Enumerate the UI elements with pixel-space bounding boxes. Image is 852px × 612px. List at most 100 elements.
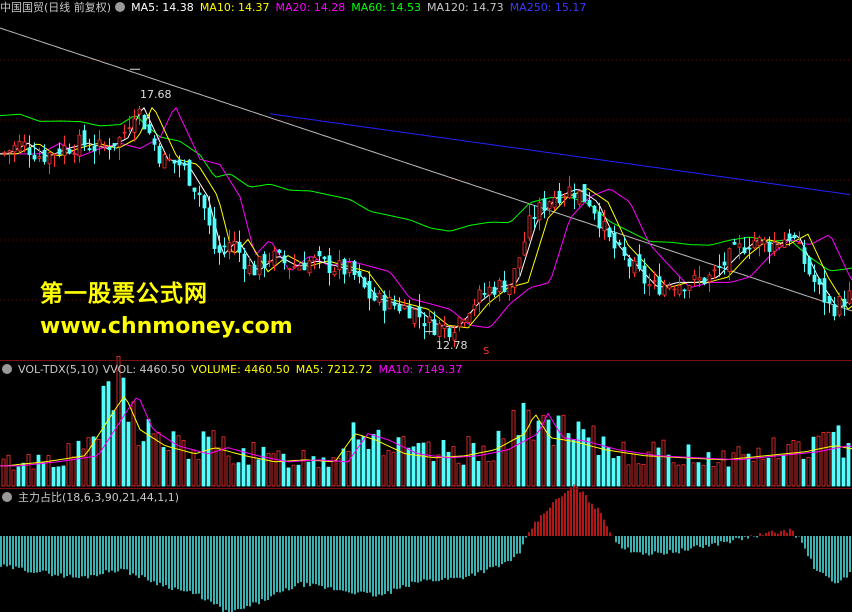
- volume-bar: [716, 462, 721, 487]
- candle-body: [717, 266, 722, 268]
- volume-bar: [1, 458, 6, 487]
- candle-body: [472, 304, 477, 310]
- volume-bar: [26, 454, 31, 487]
- volume-bar: [826, 431, 831, 487]
- volume-bar: [336, 457, 341, 487]
- candle-body: [252, 264, 257, 276]
- volume-bar: [711, 466, 716, 487]
- candle-body: [577, 190, 582, 205]
- volume-bar: [331, 457, 336, 487]
- candle-body: [292, 265, 297, 269]
- volume-bar: [581, 429, 586, 487]
- volume-bar: [51, 467, 56, 487]
- candle-body: [172, 159, 177, 164]
- candle-body: [752, 240, 757, 249]
- volume-bar: [656, 447, 661, 487]
- volume-bar: [486, 461, 491, 487]
- indicator-title: 主力占比(18,6,3,90,21,44,1,1): [18, 491, 180, 504]
- volume-bar: [256, 459, 261, 487]
- volume-bar: [141, 441, 146, 487]
- candle-body: [162, 154, 167, 169]
- volume-bar: [506, 448, 511, 487]
- candle-body: [182, 162, 187, 166]
- volume-bar: [701, 464, 706, 487]
- candle-body: [492, 286, 497, 295]
- candle-body: [527, 215, 532, 239]
- volume-bar: [736, 446, 741, 487]
- candle-body: [557, 190, 562, 204]
- candle-body: [407, 305, 412, 319]
- volume-bar: [281, 453, 286, 487]
- volume-bar: [681, 464, 686, 487]
- volume-bar: [666, 454, 671, 487]
- volume-bar: [386, 450, 391, 487]
- candle-body: [747, 247, 752, 250]
- candle-body: [742, 247, 747, 254]
- candle-body: [497, 279, 502, 293]
- volume-bar: [246, 464, 251, 487]
- candle-body: [117, 136, 122, 148]
- volume-bar: [651, 441, 656, 487]
- candle-body: [402, 305, 407, 310]
- volume-bar: [321, 457, 326, 487]
- volume-bar: [731, 452, 736, 487]
- candle-body: [327, 255, 332, 274]
- candle-body: [267, 260, 272, 263]
- ma60-value: MA60: 14.53: [351, 1, 421, 14]
- candle-body: [7, 150, 12, 153]
- volume-bar: [96, 439, 101, 487]
- candle-body: [712, 269, 717, 272]
- candle-body: [52, 153, 57, 156]
- volume-bar: [346, 451, 351, 487]
- candle-body: [127, 127, 132, 130]
- vol-title: VOL-TDX(5,10): [18, 363, 99, 376]
- indicator-panel-header: 主力占比(18,6,3,90,21,44,1,1): [0, 490, 185, 506]
- candle-body: [652, 280, 657, 283]
- candle-body: [762, 239, 767, 245]
- volume-bar: [436, 454, 441, 487]
- candle-body: [822, 278, 827, 303]
- candle-body: [207, 207, 212, 226]
- volume-bar: [6, 454, 11, 487]
- volume-bar: [671, 462, 676, 487]
- volume-bar: [261, 446, 266, 487]
- candle-body: [227, 242, 232, 253]
- candle-body: [192, 187, 197, 192]
- candle-body: [667, 285, 672, 289]
- gear-icon[interactable]: [115, 2, 126, 12]
- volume-bar: [811, 436, 816, 487]
- candle-body: [672, 288, 677, 291]
- candle-body: [307, 260, 312, 274]
- candle-body: [567, 186, 572, 199]
- volume-bar: [596, 454, 601, 487]
- volume-bar: [41, 462, 46, 487]
- candle-body: [812, 274, 817, 283]
- gear-icon[interactable]: [2, 492, 12, 502]
- volume-bar: [821, 431, 826, 487]
- volume-bar: [616, 456, 621, 487]
- candle-body: [27, 147, 32, 155]
- candle-body: [732, 241, 737, 245]
- candle-body: [217, 245, 222, 253]
- candle-body: [552, 197, 557, 208]
- candle-body: [232, 241, 237, 245]
- candle-body: [167, 158, 172, 161]
- volume-bar: [286, 467, 291, 487]
- ma250-line: [269, 113, 851, 196]
- volume-bar: [201, 431, 206, 487]
- candle-body: [722, 261, 727, 266]
- candle-body: [102, 145, 107, 148]
- volume-bar: [691, 462, 696, 487]
- candle-body: [637, 254, 642, 270]
- candle-body: [92, 145, 97, 152]
- volume-bar: [451, 446, 456, 487]
- volume-bar: [431, 461, 436, 487]
- volume-bar: [591, 425, 596, 487]
- volume-bar: [11, 469, 16, 487]
- volume-bar: [46, 455, 51, 487]
- volume-bar: [816, 435, 821, 487]
- candle-body: [177, 159, 182, 166]
- candle-body: [467, 313, 472, 323]
- signal-mark: S: [483, 346, 490, 357]
- gear-icon[interactable]: [2, 364, 12, 374]
